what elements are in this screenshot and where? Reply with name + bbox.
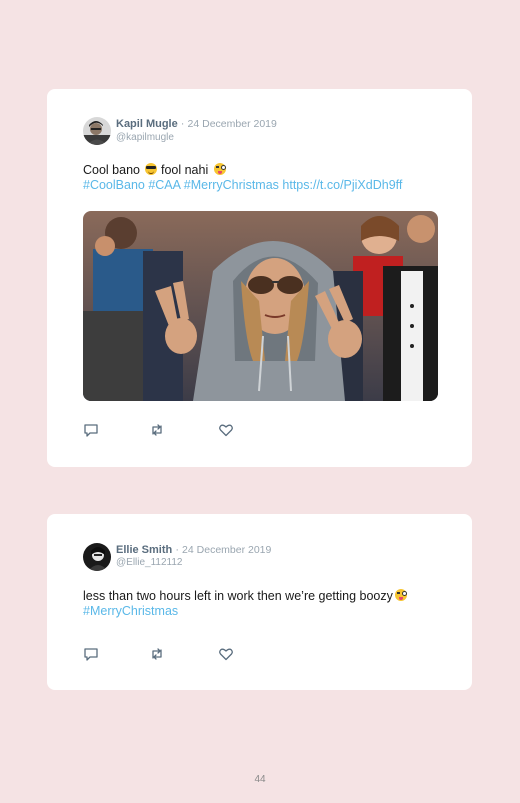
separator: · [180, 118, 185, 130]
retweet-icon[interactable] [149, 422, 165, 438]
avatar[interactable] [83, 543, 111, 571]
tweet-media-gif[interactable] [83, 211, 438, 401]
zany-face-emoji [394, 589, 407, 601]
like-icon[interactable] [218, 422, 234, 438]
tweet-card: Ellie Smith · 24 December 2019 @Ellie_11… [47, 514, 472, 690]
separator: · [175, 544, 179, 556]
tweet-author: Ellie Smith · 24 December 2019 [116, 544, 271, 557]
tweet-text-part: fool nahi [160, 163, 209, 177]
sunglasses-face-emoji [145, 163, 158, 175]
tweet-card: Kapil Mugle · 24 December 2019 @kapilmug… [47, 89, 472, 467]
url-link[interactable]: https://t.co/PjiXdDh9ff [282, 178, 402, 192]
author-name[interactable]: Ellie Smith [116, 544, 172, 556]
tweet-text-part: less than two hours left in work then we… [83, 589, 393, 603]
tweet-date[interactable]: 24 December 2019 [188, 118, 277, 130]
reply-icon[interactable] [83, 646, 99, 662]
hashtag-links[interactable]: #MerryChristmas [83, 604, 178, 618]
page-number: 44 [254, 774, 266, 785]
like-icon[interactable] [218, 646, 234, 662]
tweet-text: less than two hours left in work then we… [83, 589, 453, 619]
reply-icon[interactable] [83, 422, 99, 438]
winking-tongue-face-emoji [213, 163, 226, 175]
retweet-icon[interactable] [149, 646, 165, 662]
tweet-text-part: Cool bano [83, 163, 140, 177]
author-name[interactable]: Kapil Mugle [116, 118, 178, 130]
hashtag-links[interactable]: #CoolBano #CAA #MerryChristmas [83, 178, 279, 192]
tweet-date[interactable]: 24 December 2019 [182, 544, 271, 556]
author-handle[interactable]: @Ellie_112112 [116, 557, 183, 568]
avatar[interactable] [83, 117, 111, 145]
tweet-text: Cool bano fool nahi #CoolBano #CAA #Merr… [83, 163, 453, 193]
tweet-author: Kapil Mugle · 24 December 2019 [116, 118, 277, 131]
author-handle[interactable]: @kapilmugle [116, 132, 174, 143]
